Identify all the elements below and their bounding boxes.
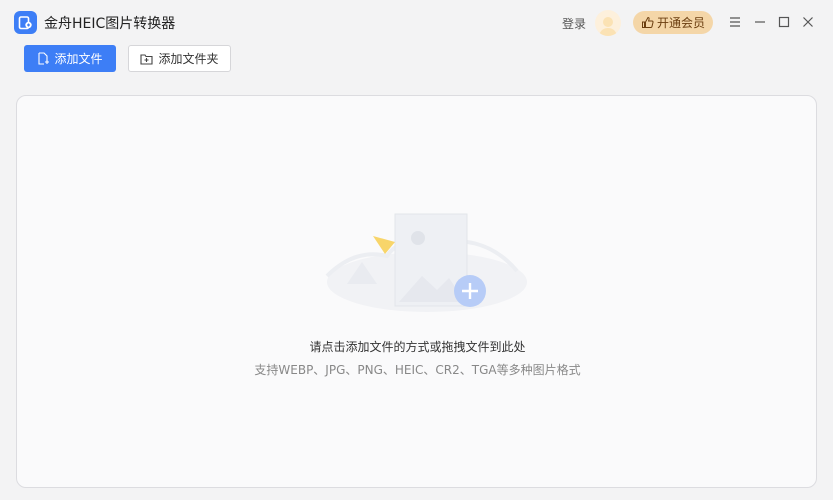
vip-label: 开通会员 — [656, 16, 705, 30]
thumbs-up-icon — [641, 16, 654, 28]
drop-hint-secondary: 支持WEBP、JPG、PNG、HEIC、CR2、TGA等多种图片格式 — [254, 363, 581, 377]
minimize-icon[interactable] — [751, 12, 769, 32]
add-folder-button[interactable]: 添加文件夹 — [128, 45, 231, 72]
title-bar: 金舟HEIC图片转换器 登录 开通会员 — [0, 0, 833, 44]
user-avatar-icon — [599, 17, 617, 36]
login-link[interactable]: 登录 — [562, 15, 586, 32]
close-icon[interactable] — [799, 12, 817, 32]
vip-button[interactable]: 开通会员 — [633, 11, 713, 34]
drop-zone[interactable]: 请点击添加文件的方式或拖拽文件到此处 支持WEBP、JPG、PNG、HEIC、C… — [16, 95, 817, 488]
add-folder-label: 添加文件夹 — [158, 52, 219, 66]
add-file-icon — [38, 52, 50, 65]
add-file-button[interactable]: 添加文件 — [24, 45, 116, 72]
menu-icon[interactable] — [726, 12, 744, 32]
maximize-icon[interactable] — [775, 12, 793, 32]
app-title: 金舟HEIC图片转换器 — [44, 16, 176, 32]
add-file-label: 添加文件 — [54, 52, 103, 66]
drop-hint-primary: 请点击添加文件的方式或拖拽文件到此处 — [309, 340, 526, 354]
add-image-illustration-icon — [325, 213, 527, 312]
app-logo-icon — [14, 11, 37, 34]
avatar[interactable] — [595, 10, 621, 36]
add-folder-icon — [140, 53, 154, 65]
